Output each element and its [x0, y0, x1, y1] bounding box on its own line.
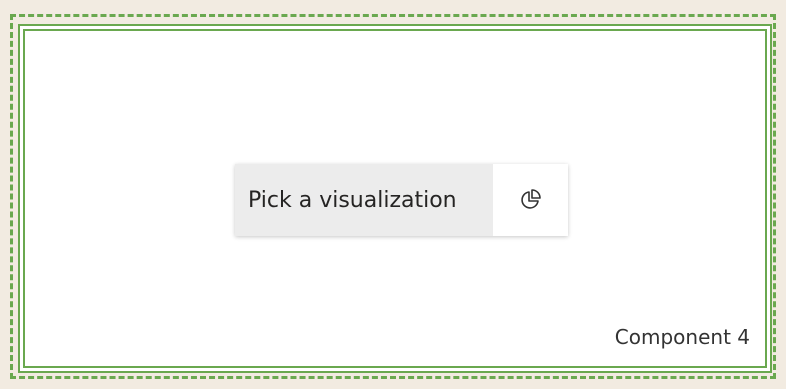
pick-visualization-label: Pick a visualization	[235, 164, 493, 236]
component-name-label: Component 4	[614, 325, 750, 349]
pick-visualization-button[interactable]: Pick a visualization	[235, 164, 568, 236]
pie-chart-icon[interactable]	[493, 164, 568, 236]
pie-chart-icon-graphic	[520, 189, 541, 209]
